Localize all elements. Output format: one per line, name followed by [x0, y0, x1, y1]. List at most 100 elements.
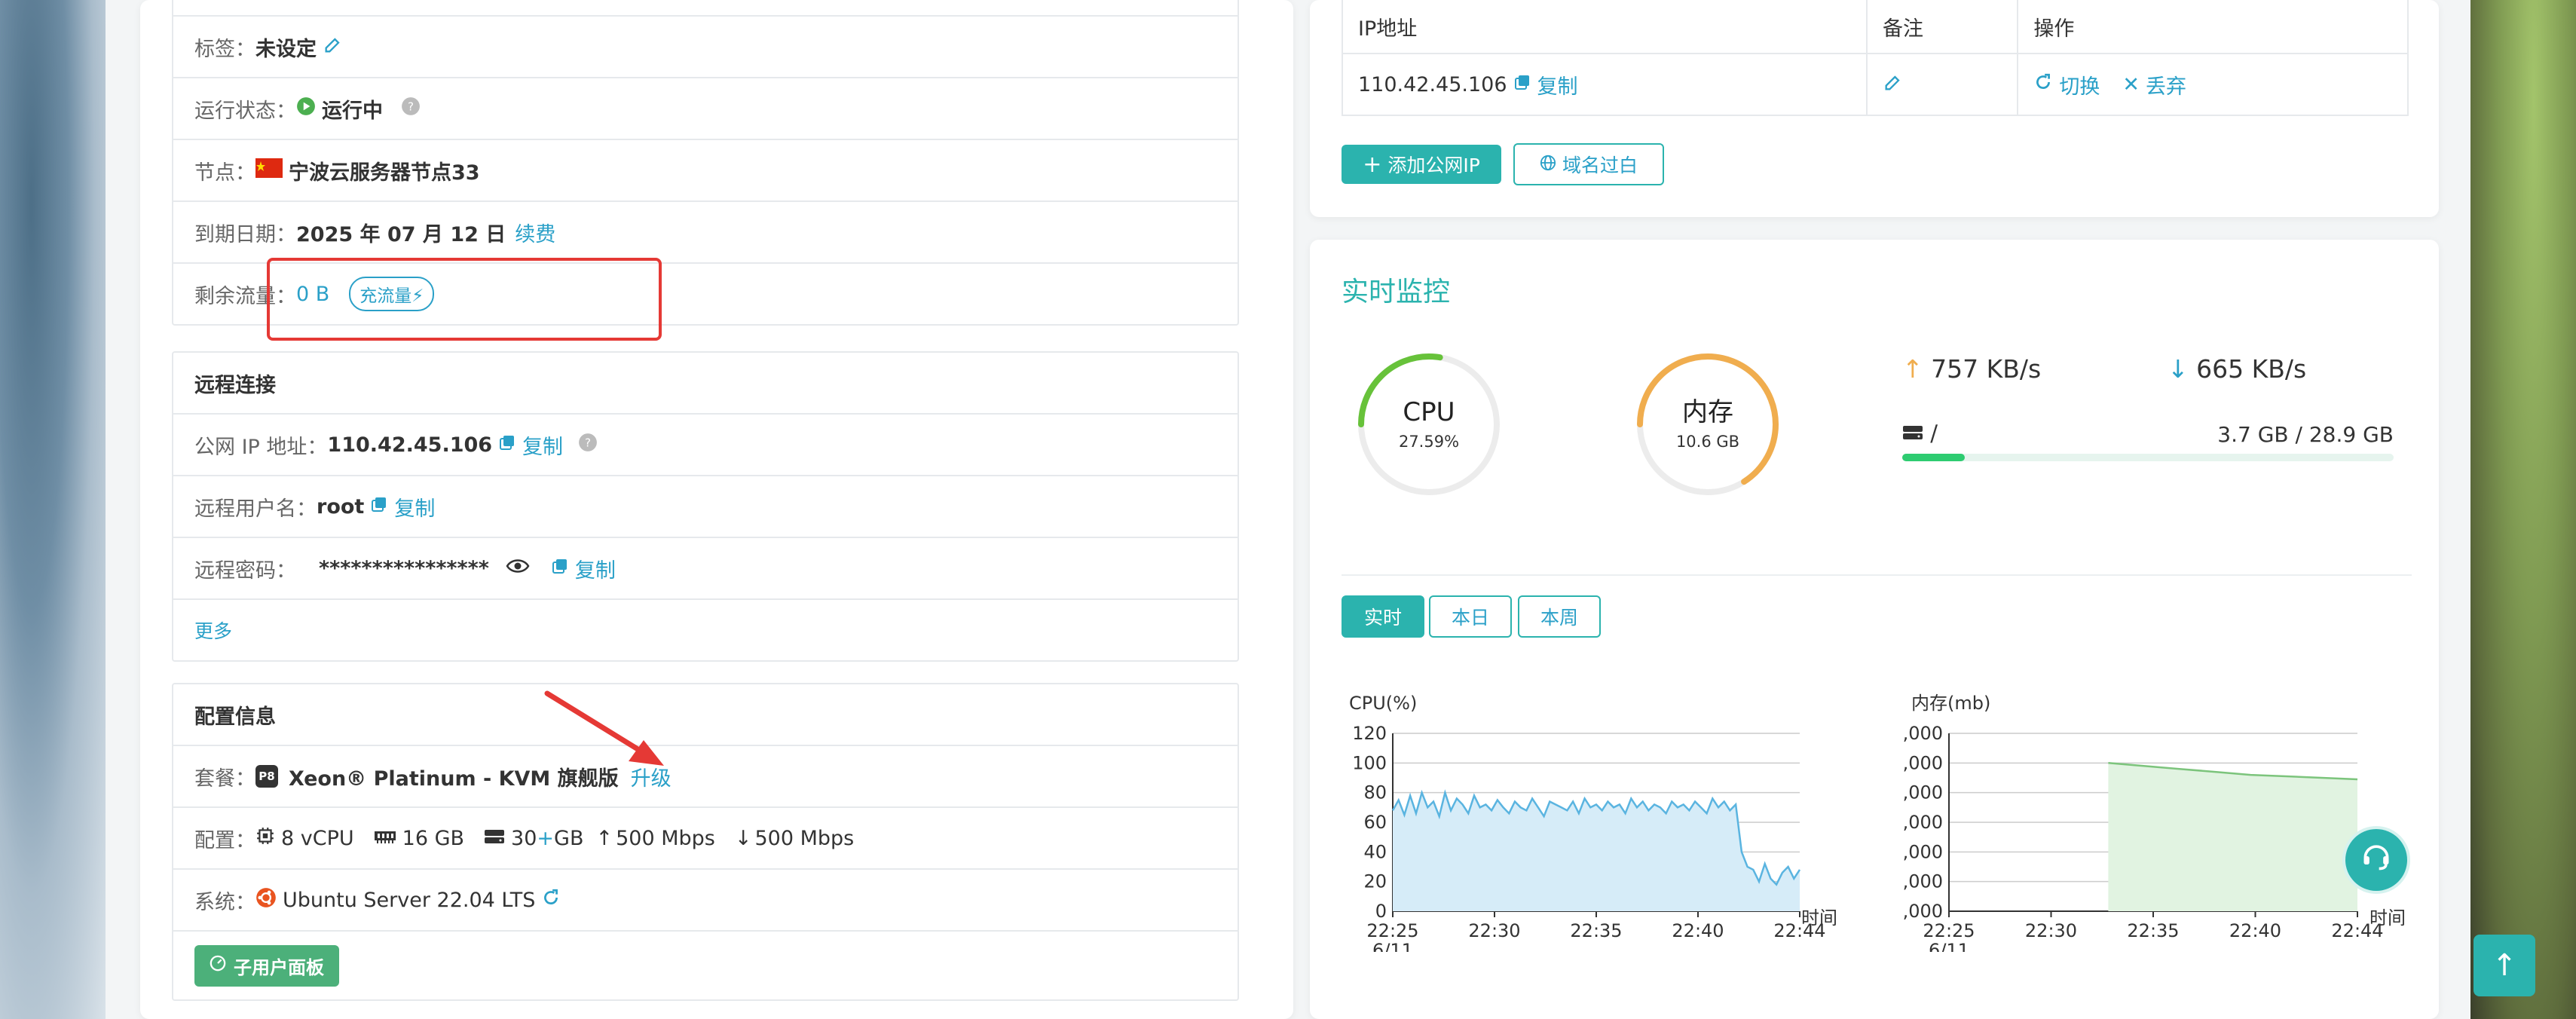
- help-icon[interactable]: ?: [578, 433, 598, 457]
- cpu-gauge: CPU 27.59%: [1358, 353, 1500, 495]
- remark-col-header: 备注: [1866, 0, 2017, 53]
- cpu-chip-icon: [255, 826, 275, 851]
- y-tick-label: ,000: [1903, 841, 1943, 862]
- domain-whitelist-label: 域名过白: [1562, 155, 1638, 176]
- cpu-xlabel: 时间: [1801, 907, 1837, 929]
- customer-service-button[interactable]: [2345, 829, 2407, 891]
- upload-bandwidth: 500 Mbps: [616, 826, 715, 850]
- china-flag-icon: [255, 158, 283, 183]
- tab-today[interactable]: 本日: [1429, 595, 1512, 638]
- y-tick-label: 80: [1363, 782, 1387, 803]
- disk-expand-plus[interactable]: +: [537, 827, 554, 850]
- copy-icon[interactable]: [370, 495, 388, 519]
- y-tick-label: ,000: [1903, 752, 1943, 773]
- copy-password-link[interactable]: 复制: [575, 554, 616, 583]
- ip-table-row: 110.42.45.106 复制 切换 ✕ 丢弃: [1343, 53, 2407, 115]
- arrow-up-icon: ↑: [2492, 948, 2517, 983]
- pwd-value: ****************: [319, 556, 489, 580]
- tab-week[interactable]: 本周: [1518, 595, 1601, 638]
- x-tick-label: 22:30: [2025, 920, 2077, 941]
- copy-icon[interactable]: [551, 557, 569, 580]
- row-hidden-top: [173, 0, 1238, 15]
- tab-realtime[interactable]: 实时: [1342, 595, 1424, 638]
- edit-icon[interactable]: [323, 34, 344, 60]
- y-tick-label: ,000: [1903, 812, 1943, 833]
- reinstall-icon[interactable]: [541, 888, 561, 913]
- ip-label: 公网 IP 地址：: [194, 435, 328, 459]
- monitor-title: 实时监控: [1342, 277, 1451, 308]
- y-tick-label: ,000: [1903, 782, 1943, 803]
- ip-table: IP地址 备注 操作 110.42.45.106 复制 切换 ✕ 丢弃: [1342, 0, 2409, 116]
- row-plan: 套餐： P8 Xeon® Platinum - KVM 旗舰版 升级: [173, 745, 1238, 806]
- instance-detail-card: 标签： 未设定 运行状态： 运行中 ? 节点： 宁波云服务器节点33 到期日期：…: [140, 0, 1293, 1019]
- x-tick-label: 22:35: [2127, 920, 2179, 941]
- close-icon[interactable]: ✕: [2122, 73, 2140, 96]
- disk-unit: GB: [554, 826, 584, 850]
- cpu-area: [1393, 792, 1800, 911]
- disk-value: 30: [511, 826, 537, 850]
- more-link[interactable]: 更多: [194, 617, 232, 644]
- svg-text:?: ?: [585, 436, 591, 449]
- back-to-top-button[interactable]: ↑: [2474, 935, 2535, 996]
- background-art-left: [0, 0, 106, 1019]
- os-value: Ubuntu Server 22.04 LTS: [283, 888, 536, 912]
- domain-whitelist-button[interactable]: 域名过白: [1513, 143, 1664, 185]
- y-tick-label: 100: [1352, 752, 1387, 773]
- memory-gauge-title: 内存: [1682, 397, 1733, 427]
- user-label: 远程用户名：: [194, 497, 317, 521]
- disk-usage-fill: [1902, 454, 1966, 461]
- refresh-icon[interactable]: [2033, 72, 2053, 97]
- add-public-ip-button[interactable]: + 添加公网IP: [1342, 145, 1501, 184]
- globe-icon: [1540, 154, 1556, 176]
- download-speed: ↓ 665 KB/s: [2168, 354, 2306, 384]
- x-tick-label: 22:40: [2229, 920, 2281, 941]
- row-tag: 标签： 未设定: [173, 15, 1238, 77]
- row-node: 节点： 宁波云服务器节点33: [173, 139, 1238, 200]
- x-tick-label: 22:25: [1923, 920, 1975, 941]
- memory-gauge-value: 10.6 GB: [1676, 433, 1739, 451]
- svg-text:?: ?: [408, 99, 414, 113]
- ip-list-card: IP地址 备注 操作 110.42.45.106 复制 切换 ✕ 丢弃 + 添加…: [1310, 0, 2439, 217]
- discard-ip-link[interactable]: 丢弃: [2146, 70, 2186, 99]
- row-os: 系统： Ubuntu Server 22.04 LTS: [173, 868, 1238, 930]
- edit-icon[interactable]: [1883, 72, 1904, 98]
- disk-usage-bar: [1902, 454, 2394, 461]
- arrow-down-icon: ↓: [2168, 354, 2189, 384]
- y-tick-label: 60: [1363, 812, 1387, 833]
- copy-icon[interactable]: [1513, 73, 1531, 96]
- eye-icon[interactable]: [506, 557, 530, 580]
- ubuntu-icon: [255, 887, 277, 913]
- spec-label: 配置：: [194, 828, 255, 852]
- renew-link[interactable]: 续费: [515, 218, 555, 247]
- ip-cell: 110.42.45.106 复制: [1343, 54, 1866, 115]
- ram-value: 16 GB: [402, 826, 465, 850]
- config-title-row: 配置信息: [173, 684, 1238, 745]
- y-tick-label: 120: [1352, 723, 1387, 744]
- y-tick-label: 20: [1363, 871, 1387, 892]
- y-tick-label: ,000: [1903, 723, 1943, 744]
- memory-chart-title: 内存(mb): [1911, 693, 1990, 714]
- page: 标签： 未设定 运行状态： 运行中 ? 节点： 宁波云服务器节点33 到期日期：…: [106, 0, 2470, 1019]
- switch-ip-link[interactable]: 切换: [2059, 70, 2100, 99]
- help-icon[interactable]: ?: [401, 96, 421, 121]
- x-tick-label: 6/11: [1372, 940, 1413, 952]
- arrow-up-icon: ↑: [595, 826, 613, 850]
- copy-ip-link[interactable]: 复制: [522, 430, 563, 460]
- subuser-panel-button[interactable]: 子用户面板: [194, 944, 339, 987]
- plus-icon: +: [1363, 151, 1382, 178]
- copy-user-link[interactable]: 复制: [394, 492, 435, 522]
- row-spec: 配置： 8 vCPU 16 GB 30 + GB ↑ 500 Mbps ↓ 50: [173, 806, 1238, 868]
- remote-connection-group: 远程连接 公网 IP 地址： 110.42.45.106 复制 ? 远程用户名：…: [172, 351, 1239, 662]
- row-remote-password: 远程密码： **************** 复制: [173, 537, 1238, 598]
- copy-ip-table-link[interactable]: 复制: [1537, 70, 1578, 99]
- cpu-chart: CPU(%) 0 20 40 60 80 100 120 22:256/11 22:30 22:3…: [1349, 693, 1837, 952]
- background-art-right: [2470, 0, 2576, 1019]
- remote-title: 远程连接: [194, 373, 276, 397]
- tag-value: 未设定: [255, 37, 317, 61]
- row-status: 运行状态： 运行中 ?: [173, 77, 1238, 139]
- plan-label: 套餐：: [194, 767, 255, 791]
- tag-label: 标签：: [194, 37, 255, 61]
- disk-usage-label: /: [1902, 421, 1938, 446]
- copy-icon[interactable]: [498, 433, 516, 457]
- gauge-icon: [210, 955, 226, 976]
